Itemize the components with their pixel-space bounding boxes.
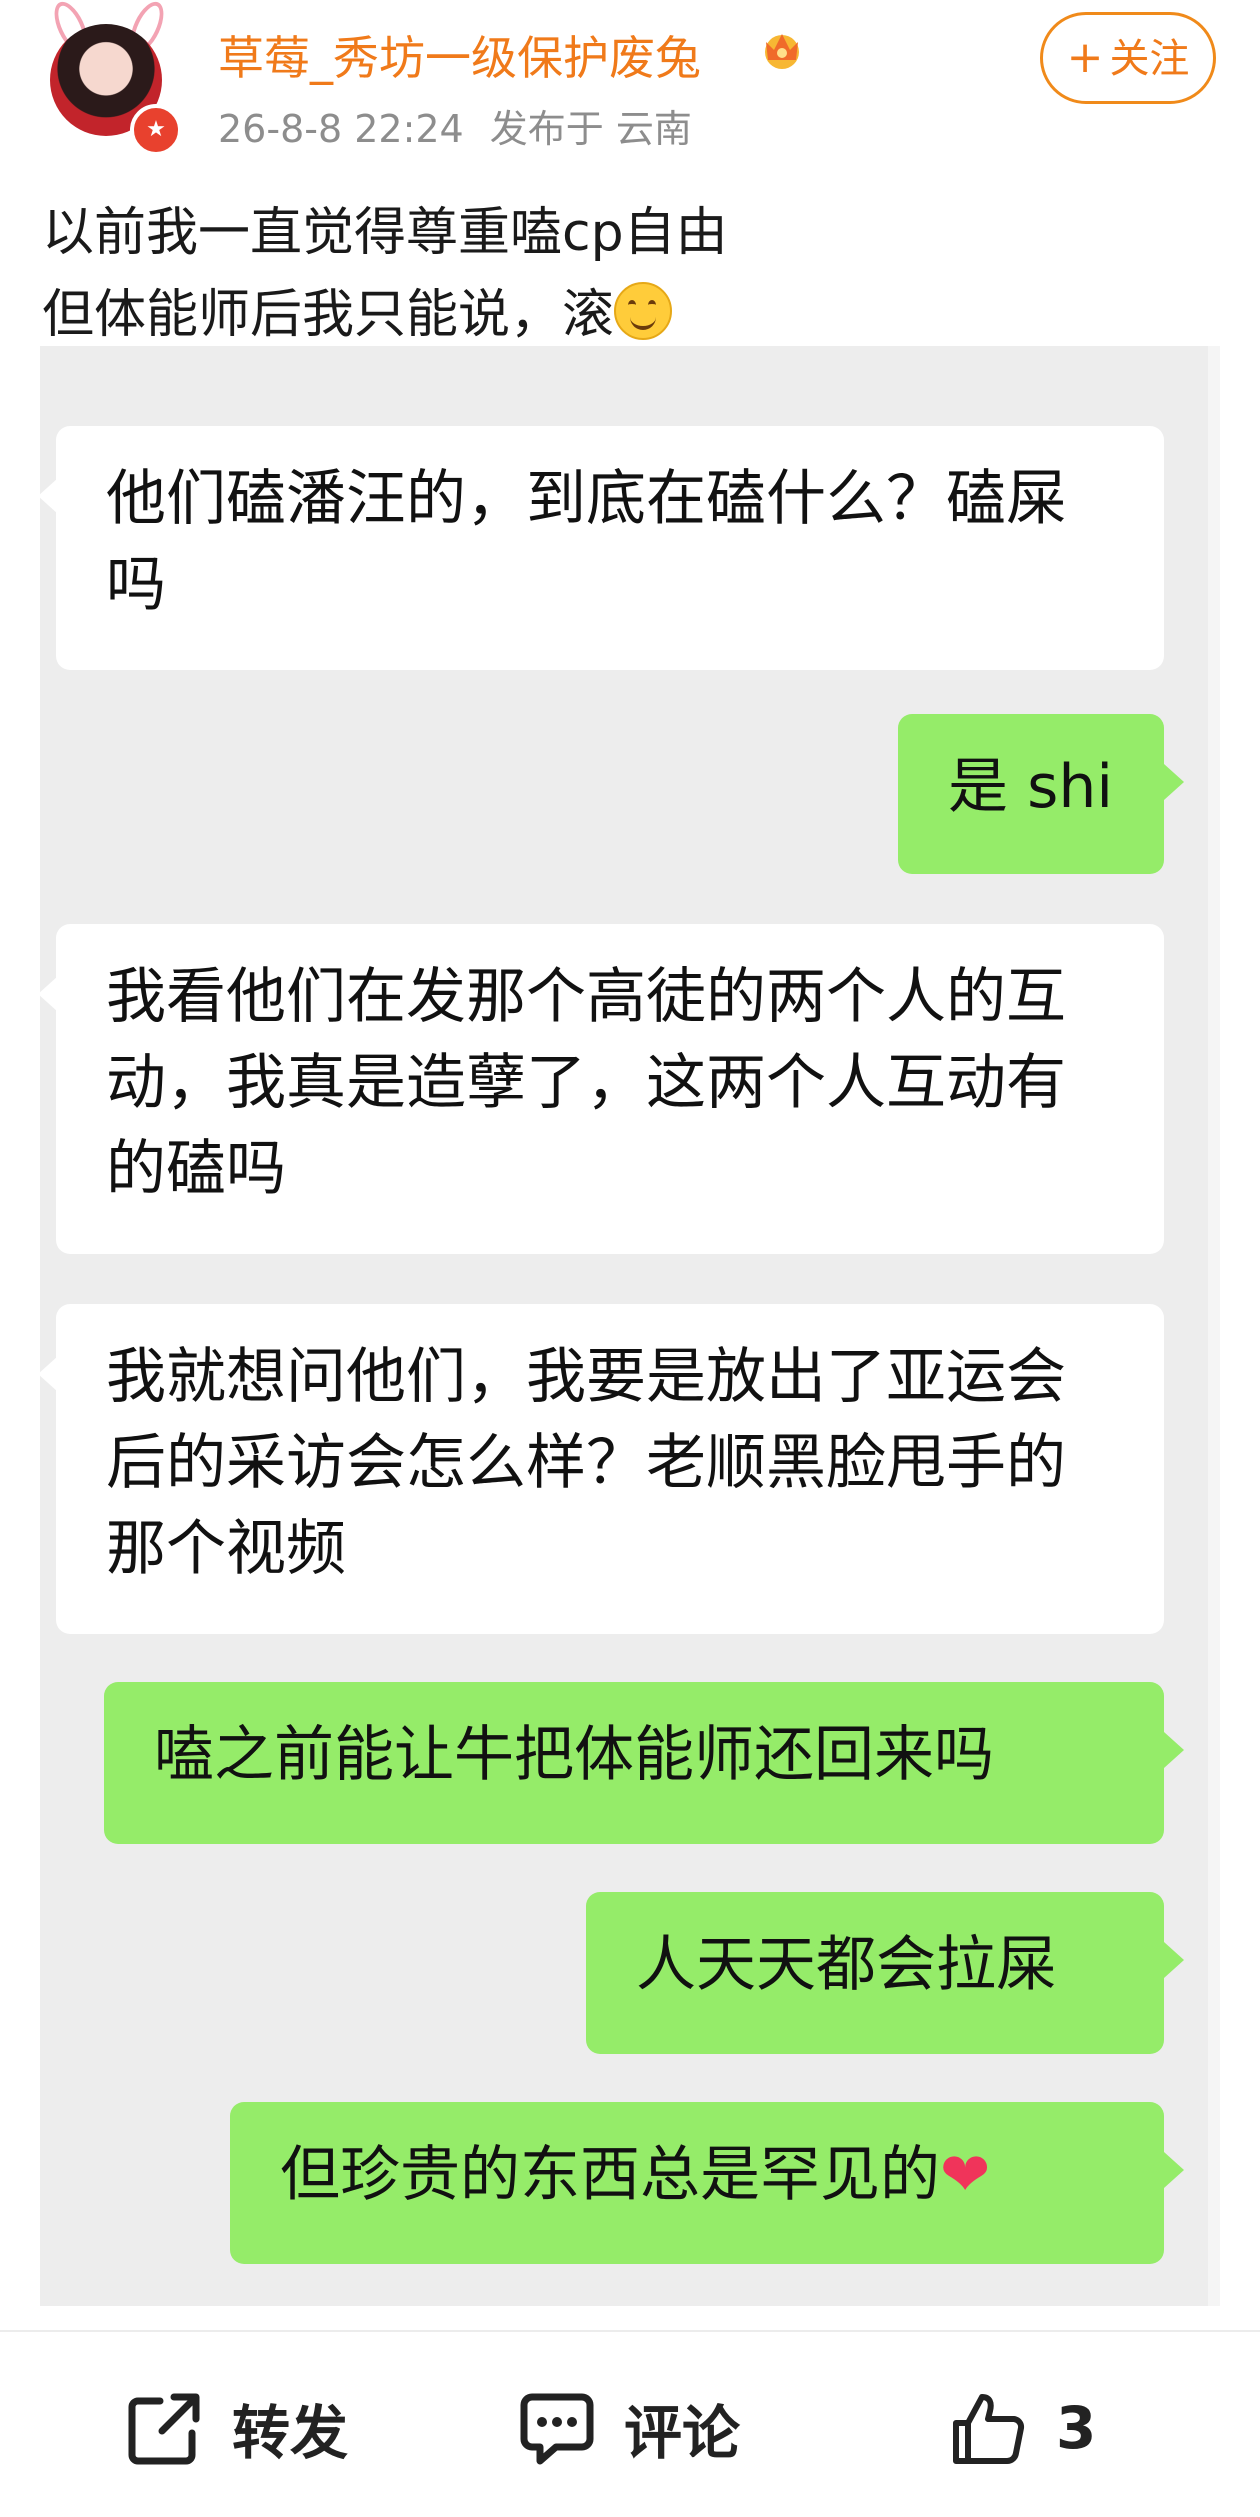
username[interactable]: 草莓_秀坊一级保护废兔 [218,22,701,88]
chat-message: 他们磕潘汪的，到底在磕什么？磕屎吗 [106,464,1066,620]
post-text-line: 以前我一直觉得尊重嗑cp自由 [42,203,728,263]
post-time: 26-8-8 22:24 [218,107,464,151]
plus-icon: + [1066,32,1104,83]
heart-emoji-icon: ❤ [940,2140,991,2210]
share-icon [128,2393,200,2465]
chat-bubble-right: 嗑之前能让牛把体能师还回来吗 [104,1682,1184,1844]
post-header: ★ 草莓_秀坊一级保护废兔 26-8-8 22:24 发布于 云南 + 关注 [0,0,1260,170]
post-meta: 26-8-8 22:24 发布于 云南 [218,98,718,153]
smile-emoji-icon [614,282,673,340]
crown-icon [765,34,799,69]
follow-button[interactable]: + 关注 [1040,12,1216,104]
comment-button[interactable]: 评论 [518,2388,740,2468]
chat-message: 我就想问他们，我要是放出了亚运会后的采访会怎么样？老顺黑脸甩手的那个视频 [106,1342,1066,1584]
chat-message: 但珍贵的东西总是罕见的 [280,2140,940,2210]
chat-bubble-left: 他们磕潘汪的，到底在磕什么？磕屎吗 [40,426,1164,670]
chat-bubble-left: 我就想问他们，我要是放出了亚运会后的采访会怎么样？老顺黑脸甩手的那个视频 [40,1304,1164,1634]
chat-screenshot-image[interactable]: 他们磕潘汪的，到底在磕什么？磕屎吗 是 shi 我看他们在发那个高徒的两个人的互… [40,346,1220,2306]
share-button[interactable]: 转发 [126,2388,348,2468]
chat-message: 是 shi [948,752,1114,822]
follow-label: 关注 [1109,36,1190,82]
chat-bubble-left: 我看他们在发那个高徒的两个人的互动，我真是造孽了，这两个人互动有的磕吗 [40,924,1164,1254]
comment-icon [520,2393,594,2465]
post-content: 以前我一直觉得尊重嗑cp自由 但体能师后我只能说，滚 [42,192,1222,356]
chat-message: 人天天都会拉屎 [636,1930,1056,2000]
action-bar: 转发 评论 3 [0,2330,1260,2517]
chat-bubble-right: 是 shi [898,714,1184,874]
chat-bubble-right: 人天天都会拉屎 [586,1892,1184,2054]
chat-bubble-right: 但珍贵的东西总是罕见的❤ [230,2102,1184,2264]
chat-message: 嗑之前能让牛把体能师还回来吗 [154,1720,994,1790]
star-badge-icon: ★ [130,104,182,156]
like-count: 3 [1056,2394,1097,2462]
post-location: 发布于 云南 [489,107,692,151]
post-text-line: 但体能师后我只能说，滚 [42,274,1222,356]
thumbs-up-icon [953,2394,1025,2465]
post-text-line-2: 但体能师后我只能说，滚 [42,285,615,345]
chat-message: 我看他们在发那个高徒的两个人的互动，我真是造孽了，这两个人互动有的磕吗 [106,962,1066,1204]
avatar[interactable]: ★ [36,0,182,156]
share-label: 转发 [232,2399,349,2467]
like-button[interactable]: 3 [950,2388,1096,2468]
comment-label: 评论 [624,2399,741,2467]
